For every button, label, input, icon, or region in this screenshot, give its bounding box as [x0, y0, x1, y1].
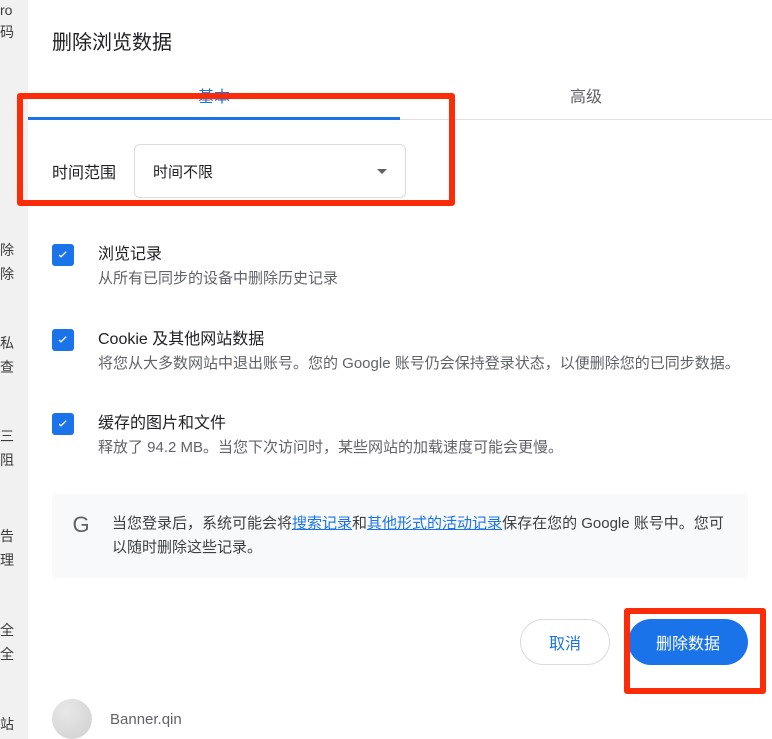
chevron-down-icon	[377, 169, 387, 174]
option-text: 浏览记录 从所有已同步的设备中删除历史记录	[98, 240, 748, 291]
dialog-title: 删除浏览数据	[28, 0, 772, 73]
time-range-row: 时间范围 时间不限	[52, 144, 748, 198]
option-browsing-history: 浏览记录 从所有已同步的设备中删除历史记录	[52, 240, 748, 291]
check-icon	[55, 332, 71, 348]
option-title: Cookie 及其他网站数据	[98, 325, 748, 349]
checkbox-cache[interactable]	[52, 413, 74, 435]
link-other-activity[interactable]: 其他形式的活动记录	[367, 515, 502, 532]
option-title: 缓存的图片和文件	[98, 409, 748, 433]
checkbox-browsing-history[interactable]	[52, 244, 74, 266]
tabs: 基本 高级	[28, 73, 772, 120]
option-desc: 释放了 94.2 MB。当您下次访问时，某些网站的加载速度可能会更慢。	[98, 437, 748, 460]
link-search-history[interactable]: 搜索记录	[292, 515, 352, 532]
dialog-buttons: 取消 删除数据	[28, 579, 772, 665]
checkbox-cookies[interactable]	[52, 329, 74, 351]
tab-advanced[interactable]: 高级	[400, 73, 772, 119]
background-sidebar-text: ro 码 除 除 私 查 三 阻 告 理 全 全 站	[0, 0, 30, 739]
info-text-pre: 当您登录后，系统可能会将	[112, 515, 292, 532]
tab-basic[interactable]: 基本	[28, 73, 400, 119]
time-range-value: 时间不限	[153, 161, 213, 182]
option-text: 缓存的图片和文件 释放了 94.2 MB。当您下次访问时，某些网站的加载速度可能…	[98, 409, 748, 460]
delete-data-button[interactable]: 删除数据	[628, 619, 748, 665]
option-desc: 从所有已同步的设备中删除历史记录	[98, 268, 748, 291]
option-title: 浏览记录	[98, 240, 748, 264]
avatar	[52, 699, 92, 739]
option-desc: 将您从大多数网站中退出账号。您的 Google 账号仍会保持登录状态，以便删除您…	[98, 353, 748, 376]
time-range-label: 时间范围	[52, 159, 116, 183]
account-name: Banner.qin	[110, 711, 182, 728]
option-cache: 缓存的图片和文件 释放了 94.2 MB。当您下次访问时，某些网站的加载速度可能…	[52, 409, 748, 460]
time-range-select[interactable]: 时间不限	[134, 144, 406, 198]
google-g-icon: G	[68, 512, 94, 538]
dialog-content: 时间范围 时间不限 浏览记录 从所有已同步的设备中删除历史记录 Cookie 及…	[28, 120, 772, 579]
info-text-mid: 和	[352, 515, 367, 532]
account-row: Banner.qin	[28, 665, 772, 739]
check-icon	[55, 416, 71, 432]
option-cookies: Cookie 及其他网站数据 将您从大多数网站中退出账号。您的 Google 账…	[52, 325, 748, 376]
google-account-info: G 当您登录后，系统可能会将搜索记录和其他形式的活动记录保存在您的 Google…	[52, 494, 748, 578]
info-text: 当您登录后，系统可能会将搜索记录和其他形式的活动记录保存在您的 Google 账…	[112, 512, 724, 560]
check-icon	[55, 247, 71, 263]
option-text: Cookie 及其他网站数据 将您从大多数网站中退出账号。您的 Google 账…	[98, 325, 748, 376]
cancel-button[interactable]: 取消	[520, 619, 610, 665]
clear-browsing-data-dialog: 删除浏览数据 基本 高级 时间范围 时间不限 浏览记录 从所有已同步的设备中删除…	[28, 0, 772, 739]
